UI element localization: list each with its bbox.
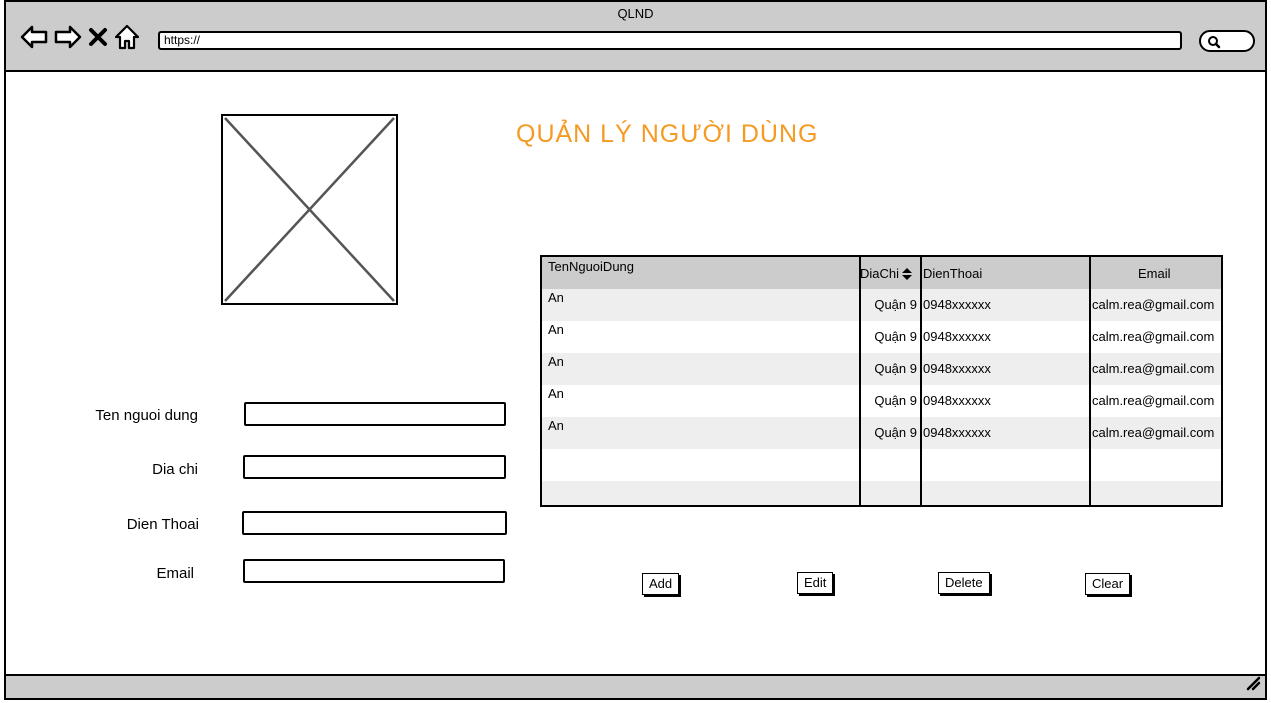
cell-ten: An (548, 354, 564, 369)
url-text: https:// (164, 33, 201, 47)
title-bar: QLND https:// (6, 2, 1265, 72)
back-arrow-icon[interactable] (20, 24, 48, 50)
label-email: Email (156, 565, 194, 582)
cell-dia-chi: Quận 9 (874, 329, 917, 344)
table-row[interactable]: An Quận 9 0948xxxxxx calm.rea@gmail.com (542, 417, 1221, 449)
cell-dien-thoai: 0948xxxxxx (923, 361, 991, 376)
col-header-dia-chi[interactable]: DiaChi (860, 266, 899, 281)
cell-dia-chi: Quận 9 (874, 361, 917, 376)
table-row-empty[interactable] (542, 481, 1221, 505)
add-button[interactable]: Add (642, 573, 680, 595)
close-icon[interactable] (88, 26, 108, 48)
cell-dien-thoai: 0948xxxxxx (923, 297, 991, 312)
col-header-email[interactable]: Email (1138, 266, 1171, 281)
page-title: QUẢN LÝ NGƯỜI DÙNG (516, 120, 819, 148)
label-ten-nguoi-dung: Ten nguoi dung (95, 407, 198, 424)
label-dia-chi: Dia chi (152, 461, 198, 478)
dien-thoai-input[interactable] (242, 511, 507, 535)
ten-nguoi-dung-input[interactable] (244, 402, 506, 426)
browser-window: QLND https:// QUẢN LÝ NGƯỜI DÙNG Ten ngu… (4, 0, 1267, 700)
delete-button[interactable]: Delete (938, 572, 990, 594)
table-header: TenNguoiDung DiaChi DienThoai Email (542, 257, 1221, 289)
cell-email: calm.rea@gmail.com (1092, 361, 1215, 376)
column-divider (920, 257, 922, 505)
search-button[interactable] (1199, 30, 1255, 52)
cell-ten: An (548, 418, 564, 433)
cell-ten: An (548, 322, 564, 337)
label-dien-thoai: Dien Thoai (126, 516, 199, 533)
column-divider (1089, 257, 1091, 505)
nav-controls (20, 22, 140, 52)
user-table[interactable]: TenNguoiDung DiaChi DienThoai Email An Q… (540, 255, 1223, 507)
edit-button[interactable]: Edit (797, 572, 834, 594)
cell-dien-thoai: 0948xxxxxx (923, 425, 991, 440)
search-icon (1208, 36, 1221, 49)
table-row-empty[interactable] (542, 449, 1221, 481)
table-row[interactable]: An Quận 9 0948xxxxxx calm.rea@gmail.com (542, 385, 1221, 417)
window-title: QLND (617, 6, 654, 21)
image-placeholder-icon (221, 114, 398, 305)
status-bar (6, 674, 1265, 698)
cell-ten: An (548, 290, 564, 305)
table-row[interactable]: An Quận 9 0948xxxxxx calm.rea@gmail.com (542, 289, 1221, 321)
col-header-ten-nguoi-dung[interactable]: TenNguoiDung (548, 259, 634, 274)
table-row[interactable]: An Quận 9 0948xxxxxx calm.rea@gmail.com (542, 353, 1221, 385)
cell-dia-chi: Quận 9 (874, 297, 917, 312)
column-divider (859, 257, 861, 505)
email-input[interactable] (243, 559, 505, 583)
cell-email: calm.rea@gmail.com (1092, 425, 1215, 440)
cell-ten: An (548, 386, 564, 401)
cell-email: calm.rea@gmail.com (1092, 297, 1215, 312)
cell-email: calm.rea@gmail.com (1092, 393, 1215, 408)
col-header-dien-thoai[interactable]: DienThoai (923, 266, 982, 281)
clear-button[interactable]: Clear (1085, 573, 1131, 595)
resize-grip-icon[interactable] (1245, 675, 1261, 696)
cell-dia-chi: Quận 9 (874, 393, 917, 408)
cell-dien-thoai: 0948xxxxxx (923, 329, 991, 344)
cell-dia-chi: Quận 9 (874, 425, 917, 440)
url-bar[interactable]: https:// (158, 31, 1182, 50)
sort-updown-icon[interactable] (902, 267, 912, 285)
cell-dien-thoai: 0948xxxxxx (923, 393, 991, 408)
home-icon[interactable] (114, 24, 140, 50)
dia-chi-input[interactable] (243, 455, 506, 479)
cell-email: calm.rea@gmail.com (1092, 329, 1215, 344)
forward-arrow-icon[interactable] (54, 24, 82, 50)
table-row[interactable]: An Quận 9 0948xxxxxx calm.rea@gmail.com (542, 321, 1221, 353)
